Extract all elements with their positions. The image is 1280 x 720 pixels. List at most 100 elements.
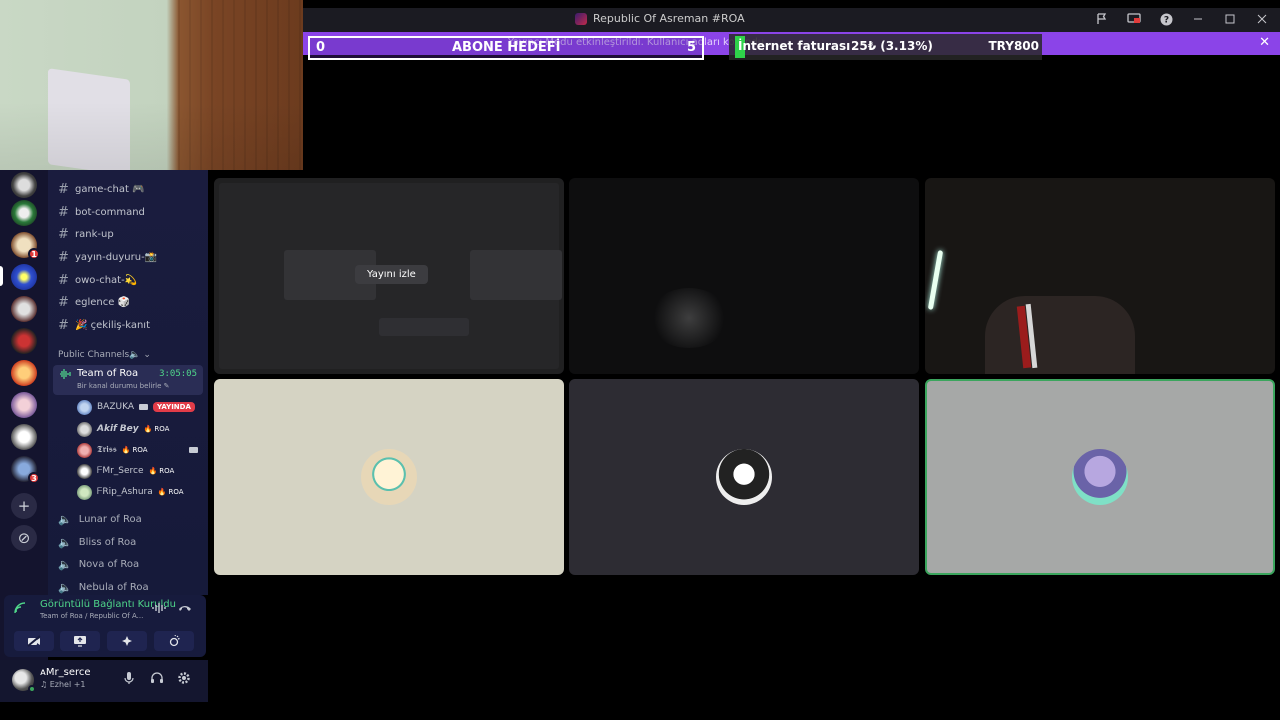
video-tile[interactable] bbox=[925, 178, 1275, 374]
goal-end: 5 bbox=[686, 40, 696, 55]
member-tag: 🔥 ROA bbox=[122, 446, 148, 454]
gear-icon[interactable] bbox=[177, 671, 191, 689]
discover-button[interactable]: ⊘ bbox=[11, 525, 37, 551]
screen-icon[interactable] bbox=[1126, 11, 1142, 27]
category-header[interactable]: Public Channels🔈 ⌄ bbox=[58, 350, 151, 360]
donation-goal-overlay: İnternet faturası 25₺ (3.13%) TRY800 bbox=[729, 34, 1042, 60]
participant-tile[interactable] bbox=[214, 379, 564, 575]
webcam-overlay bbox=[0, 0, 303, 170]
voice-member[interactable]: 𝘼𝙠𝙞𝙛 𝘽𝙚𝙮 🔥 ROA bbox=[77, 420, 169, 438]
speaker-icon: 🔈 bbox=[58, 512, 72, 526]
channel-name: game-chat 🎮 bbox=[75, 183, 145, 195]
voice-channel-timer: 3:05:05 bbox=[159, 369, 197, 379]
noise-suppression-icon[interactable] bbox=[152, 602, 166, 617]
hash-icon: # bbox=[58, 272, 69, 288]
member-name: 𝘼𝙠𝙞𝙛 𝘽𝙚𝙮 bbox=[97, 424, 139, 434]
flag-icon[interactable] bbox=[1094, 11, 1110, 27]
selected-server-indicator bbox=[0, 266, 3, 286]
avatar bbox=[77, 463, 92, 479]
server-icon[interactable] bbox=[11, 328, 37, 354]
speaker-icon: 🔈 bbox=[58, 580, 72, 594]
clan-icon: 🔥 bbox=[148, 467, 158, 475]
text-channel[interactable]: # yayın-duyuru-📸 bbox=[58, 247, 157, 267]
member-tag: 🔥 ROA bbox=[149, 467, 175, 475]
text-channel[interactable]: # owo-chat-💫 bbox=[58, 270, 137, 290]
notification-badge: 3 bbox=[28, 472, 40, 484]
server-icon[interactable] bbox=[11, 264, 37, 290]
voice-channel-name: Nebula of Roa bbox=[78, 581, 149, 593]
server-icon[interactable] bbox=[11, 424, 37, 450]
camera-off-icon[interactable] bbox=[14, 631, 54, 651]
speaker-icon: 🔈 bbox=[58, 535, 72, 549]
watch-stream-button[interactable]: Yayını izle bbox=[355, 265, 428, 284]
text-channel[interactable]: # 🎉 çekiliş-kanıt bbox=[58, 315, 150, 335]
voice-member[interactable]: ᖴMr_Serce 🔥 ROA bbox=[77, 462, 174, 480]
text-channel[interactable]: # bot-command bbox=[58, 202, 145, 222]
title-bar-icons: ? bbox=[1094, 11, 1270, 27]
maximize-icon[interactable] bbox=[1222, 11, 1238, 27]
video-tile[interactable] bbox=[569, 178, 919, 374]
voice-channel[interactable]: 🔈 Bliss of Roa bbox=[58, 532, 136, 552]
soundboard-icon[interactable] bbox=[154, 631, 194, 651]
screen-share-icon[interactable] bbox=[60, 631, 100, 651]
signal-icon bbox=[14, 602, 26, 617]
participant-tile[interactable] bbox=[569, 379, 919, 575]
voice-channel-name: Lunar of Roa bbox=[78, 513, 142, 525]
active-voice-channel[interactable]: Team of Roa 3:05:05 Bir kanal durumu bel… bbox=[53, 365, 203, 395]
voice-channel-icon bbox=[59, 368, 71, 383]
stream-tile[interactable]: Yayını izle bbox=[214, 178, 564, 374]
channel-name: bot-command bbox=[75, 206, 145, 218]
channel-name: owo-chat-💫 bbox=[75, 274, 138, 286]
voice-connection-subtitle[interactable]: Team of Roa / Republic Of A... bbox=[40, 612, 143, 620]
hash-icon: # bbox=[58, 226, 69, 242]
member-tag: 🔥 ROA bbox=[158, 488, 184, 496]
close-icon[interactable] bbox=[1254, 11, 1270, 27]
voice-member[interactable]: 𝕿𝖗𝖎𝖘𝖘 🔥 ROA bbox=[77, 441, 198, 459]
category-name: Public Channels🔈 bbox=[58, 350, 141, 360]
avatar bbox=[77, 421, 92, 437]
minimize-icon[interactable] bbox=[1190, 11, 1206, 27]
notification-badge: 1 bbox=[28, 248, 40, 260]
server-icon[interactable]: 1 bbox=[11, 232, 40, 260]
voice-member[interactable]: BAZUKA YAYINDA bbox=[77, 398, 195, 416]
headphones-icon[interactable] bbox=[150, 671, 164, 688]
voice-channel[interactable]: 🔈 Lunar of Roa bbox=[58, 509, 142, 529]
user-panel: ᴀMr_serce ♫ Ezhel +1 bbox=[0, 660, 208, 702]
server-icon[interactable] bbox=[11, 172, 37, 198]
username[interactable]: ᴀMr_serce bbox=[40, 667, 91, 678]
voice-channel[interactable]: 🔈 Nebula of Roa bbox=[58, 577, 149, 595]
server-icon[interactable] bbox=[11, 200, 37, 226]
text-channel[interactable]: # game-chat 🎮 bbox=[58, 179, 145, 199]
help-icon[interactable]: ? bbox=[1158, 11, 1174, 27]
text-channel[interactable]: # rank-up bbox=[58, 224, 114, 244]
camera-feed-light bbox=[927, 250, 944, 310]
activities-icon[interactable] bbox=[107, 631, 147, 651]
clan-icon: 🔥 bbox=[157, 488, 167, 496]
voice-channel-name: Nova of Roa bbox=[78, 558, 140, 570]
hash-icon: # bbox=[58, 181, 69, 197]
avatar bbox=[716, 449, 772, 505]
subscriber-goal-overlay: 0 ABONE HEDEFİ 5 bbox=[308, 36, 704, 60]
discord-window: Republic Of Asreman #ROA ? Yayıncı Modu … bbox=[0, 0, 1280, 720]
channel-name: 🎉 çekiliş-kanıt bbox=[75, 319, 151, 331]
avatar bbox=[361, 449, 417, 505]
camera-feed-person bbox=[649, 288, 729, 348]
donation-goal-name: İnternet faturası bbox=[738, 39, 851, 53]
add-server-button[interactable]: + bbox=[11, 493, 37, 519]
voice-channel[interactable]: 🔈 Nova of Roa bbox=[58, 554, 139, 574]
voice-channel-status[interactable]: Bir kanal durumu belirle ✎ bbox=[77, 382, 170, 390]
text-channel[interactable]: # eglence 🎲 bbox=[58, 292, 130, 312]
notice-close-button[interactable]: ✕ bbox=[1259, 35, 1270, 50]
disconnect-icon[interactable] bbox=[178, 602, 192, 616]
camera-icon bbox=[138, 404, 148, 410]
goal-start: 0 bbox=[316, 40, 326, 55]
avatar bbox=[77, 442, 92, 458]
server-icon[interactable] bbox=[11, 360, 37, 386]
server-icon[interactable] bbox=[11, 296, 37, 322]
server-folder-icon[interactable]: 3 bbox=[11, 456, 40, 484]
voice-member[interactable]: ᖴRip_Ashura 🔥 ROA bbox=[77, 483, 184, 501]
participant-tile-speaking[interactable] bbox=[925, 379, 1275, 575]
server-icon[interactable] bbox=[11, 392, 37, 418]
microphone-icon[interactable] bbox=[124, 671, 134, 689]
chevron-down-icon: ⌄ bbox=[143, 350, 151, 360]
